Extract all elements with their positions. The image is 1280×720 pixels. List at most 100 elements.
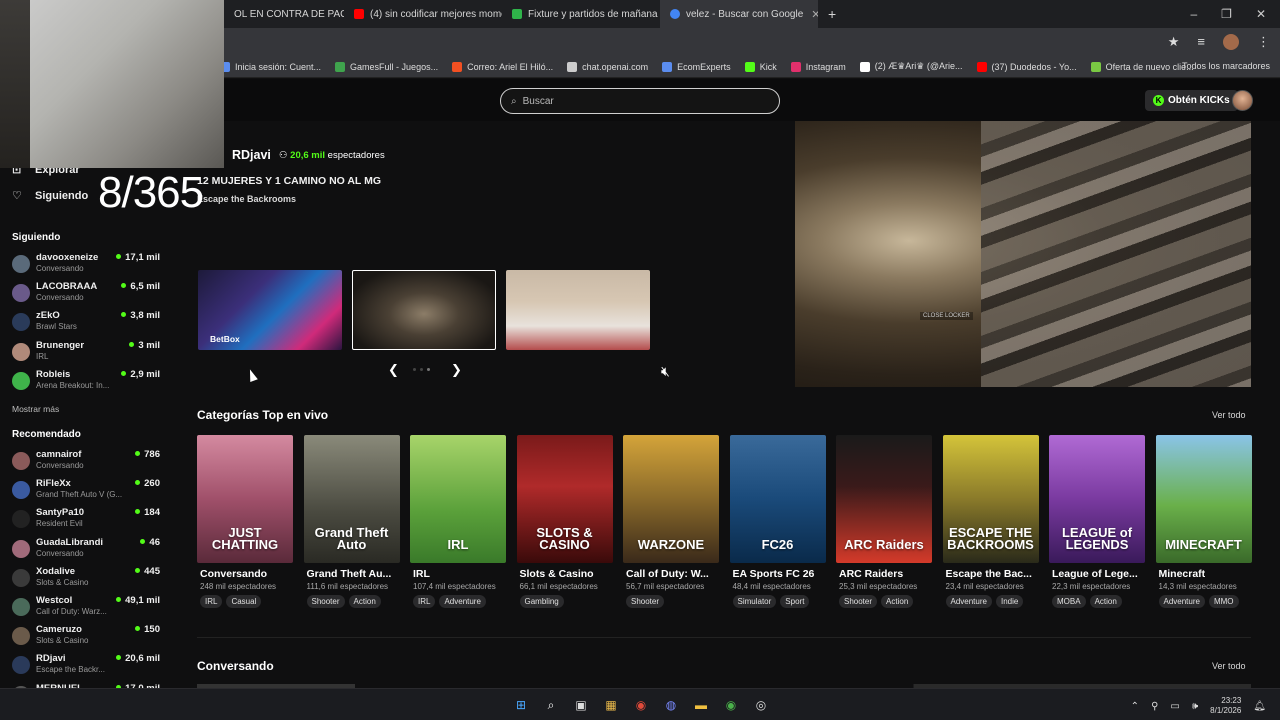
category-card[interactable]: IRL IRL 107,4 mil espectadores IRL Adventure: [410, 435, 506, 608]
bookmark-item[interactable]: Correo: Ariel El Hiló...: [452, 61, 553, 72]
bookmark-item[interactable]: EcomExperts: [662, 61, 731, 72]
carousel-dot[interactable]: [413, 368, 416, 371]
category-tag[interactable]: Adventure: [945, 595, 992, 608]
search-input[interactable]: ⌕ Buscar: [500, 88, 780, 114]
channel-item[interactable]: Xodalive Slots & Casino 445: [12, 566, 160, 593]
category-cover[interactable]: LEAGUE of LEGENDS: [1049, 435, 1145, 563]
bookmark-item[interactable]: chat.openai.com: [567, 61, 648, 72]
channel-item[interactable]: Cameruzo Slots & Casino 150: [12, 624, 160, 651]
show-more-link[interactable]: Mostrar más: [12, 404, 59, 414]
close-tab-icon[interactable]: ✕: [811, 8, 818, 21]
media-control-icon[interactable]: ≡: [1197, 34, 1205, 50]
channel-item[interactable]: davooxeneize Conversando 17,1 mil: [12, 252, 160, 279]
clock[interactable]: 23:23 8/1/2026: [1210, 696, 1241, 716]
category-cover[interactable]: JUST CHATTING: [197, 435, 293, 563]
close-window-icon[interactable]: ✕: [1256, 7, 1266, 21]
category-tag[interactable]: Casual: [226, 595, 262, 608]
folder-icon[interactable]: ▬: [692, 696, 710, 714]
profile-avatar[interactable]: [1223, 34, 1239, 50]
category-card[interactable]: SLOTS & CASINO Slots & Casino 66,1 mil esp…: [516, 435, 613, 608]
featured-player[interactable]: CLOSE LOCKER: [795, 121, 1251, 387]
category-cover[interactable]: SLOTS & CASINO: [516, 435, 613, 563]
chevron-up-icon[interactable]: ⌃: [1131, 701, 1139, 712]
category-tag[interactable]: MMO: [1208, 595, 1239, 608]
category-card[interactable]: MINECRAFT Minecraft 14,3 mil espectadores A…: [1155, 435, 1252, 608]
bookmark-item[interactable]: (2) Æ♛Ari♛ (@Arie...: [859, 61, 963, 72]
notification-icon[interactable]: 🔔︎: [1253, 701, 1266, 712]
category-name[interactable]: ARC Raiders: [836, 568, 932, 580]
category-tag[interactable]: IRL: [413, 595, 436, 608]
menu-icon[interactable]: ⋮: [1257, 34, 1270, 50]
category-name[interactable]: IRL: [410, 568, 506, 580]
category-cover[interactable]: ARC Raiders: [836, 435, 932, 563]
category-cover[interactable]: MINECRAFT: [1155, 435, 1252, 563]
windows-icon[interactable]: ⊞: [512, 696, 530, 714]
category-tag[interactable]: Action: [348, 595, 381, 608]
category-tag[interactable]: Adventure: [1158, 595, 1205, 608]
category-name[interactable]: EA Sports FC 26: [730, 568, 826, 580]
bookmark-item[interactable]: Instagram: [790, 61, 846, 72]
get-kicks-button[interactable]: K Obtén KICKs: [1145, 90, 1238, 111]
channel-item[interactable]: zEkO Brawl Stars 3,8 mil: [12, 310, 160, 337]
category-card[interactable]: JUST CHATTING Conversando 248 mil espectad…: [197, 435, 293, 608]
carousel-dot[interactable]: [420, 368, 423, 371]
channel-item[interactable]: RDjavi Escape the Backr... 20,6 mil: [12, 653, 160, 680]
category-cover[interactable]: FC26: [729, 435, 826, 563]
obs-icon[interactable]: ◎: [752, 696, 770, 714]
category-card[interactable]: Grand Theft Auto Grand Theft Au... 111,6 m…: [303, 435, 400, 608]
carousel-next-icon[interactable]: ❯: [451, 362, 462, 378]
see-all-link[interactable]: Ver todo: [1212, 661, 1246, 671]
category-tag[interactable]: Shooter: [626, 595, 665, 608]
featured-category[interactable]: Escape the Backrooms: [197, 194, 296, 204]
category-cover[interactable]: IRL: [410, 435, 506, 563]
category-tag[interactable]: Simulator: [732, 595, 777, 608]
channel-item[interactable]: camnairof Conversando 786: [12, 449, 160, 476]
chrome-icon[interactable]: ◉: [632, 696, 650, 714]
task-view-icon[interactable]: ▣: [572, 696, 590, 714]
bookmark-item[interactable]: Inicia sesión: Cuent...: [220, 61, 321, 72]
category-tag[interactable]: Sport: [780, 595, 810, 608]
restore-icon[interactable]: ❐: [1221, 7, 1232, 21]
category-tag[interactable]: Action: [881, 595, 914, 608]
channel-item[interactable]: LACOBRAAA Conversando 6,5 mil: [12, 281, 160, 308]
category-name[interactable]: Call of Duty: W...: [623, 568, 719, 580]
featured-streamer[interactable]: RDjavi: [232, 148, 271, 162]
channel-item[interactable]: SantyPa10 Resident Evil 184: [12, 507, 160, 534]
channel-item[interactable]: GuadaLibrandi Conversando 46: [12, 537, 160, 564]
carousel-thumb[interactable]: [506, 270, 650, 350]
see-all-categories-link[interactable]: Ver todo: [1212, 410, 1246, 420]
channel-item[interactable]: Brunenger IRL 3 mil: [12, 340, 160, 367]
category-name[interactable]: Slots & Casino: [517, 568, 613, 580]
browser-tab[interactable]: OL EN CONTRA DE PACHO ✕: [224, 0, 344, 28]
category-name[interactable]: Escape the Bac...: [943, 568, 1039, 580]
category-tag[interactable]: Action: [1089, 595, 1122, 608]
category-tag[interactable]: IRL: [200, 595, 223, 608]
category-tag[interactable]: Shooter: [839, 595, 878, 608]
category-tag[interactable]: Indie: [995, 595, 1024, 608]
browser-tab-active[interactable]: velez - Buscar con Google ✕: [660, 0, 818, 28]
carousel-prev-icon[interactable]: ❮: [388, 362, 399, 378]
category-name[interactable]: Grand Theft Au...: [304, 568, 400, 580]
category-cover[interactable]: ESCAPE THE BACKROOMS: [942, 435, 1039, 563]
category-cover[interactable]: Grand Theft Auto: [303, 435, 400, 563]
nav-siguiendo[interactable]: ♡ Siguiendo: [12, 189, 88, 203]
carousel-thumb[interactable]: BetBox: [198, 270, 342, 350]
bookmark-star-icon[interactable]: ★: [1168, 34, 1180, 50]
browser-tab[interactable]: Fixture y partidos de mañana e ✕: [502, 0, 660, 28]
bookmark-item[interactable]: Oferta de nuevo clie...: [1090, 61, 1194, 72]
browser-tab[interactable]: (4) sin codificar mejores mome ✕: [344, 0, 502, 28]
channel-item[interactable]: RiFleXx Grand Theft Auto V (G... 260: [12, 478, 160, 505]
category-card[interactable]: FC26 EA Sports FC 26 48,4 mil espectadores…: [729, 435, 826, 608]
category-card[interactable]: WARZONE Call of Duty: W... 56,7 mil espect…: [623, 435, 719, 608]
category-tag[interactable]: Gambling: [519, 595, 564, 608]
bookmark-item[interactable]: (37) Duodedos - Yo...: [976, 61, 1077, 72]
category-cover[interactable]: WARZONE: [623, 435, 719, 563]
channel-item[interactable]: Robleis Arena Breakout: In... 2,9 mil: [12, 369, 160, 396]
bookmark-item[interactable]: GamesFull - Juegos...: [335, 61, 438, 72]
category-card[interactable]: LEAGUE of LEGENDS League of Lege... 22,3 m…: [1049, 435, 1145, 608]
category-card[interactable]: ESCAPE THE BACKROOMS Escape the Bac... 23,…: [942, 435, 1039, 608]
network-icon[interactable]: ▭: [1170, 701, 1179, 712]
mic-icon[interactable]: ⚲: [1151, 701, 1158, 712]
minimize-icon[interactable]: –: [1190, 7, 1197, 21]
category-name[interactable]: Minecraft: [1156, 568, 1252, 580]
